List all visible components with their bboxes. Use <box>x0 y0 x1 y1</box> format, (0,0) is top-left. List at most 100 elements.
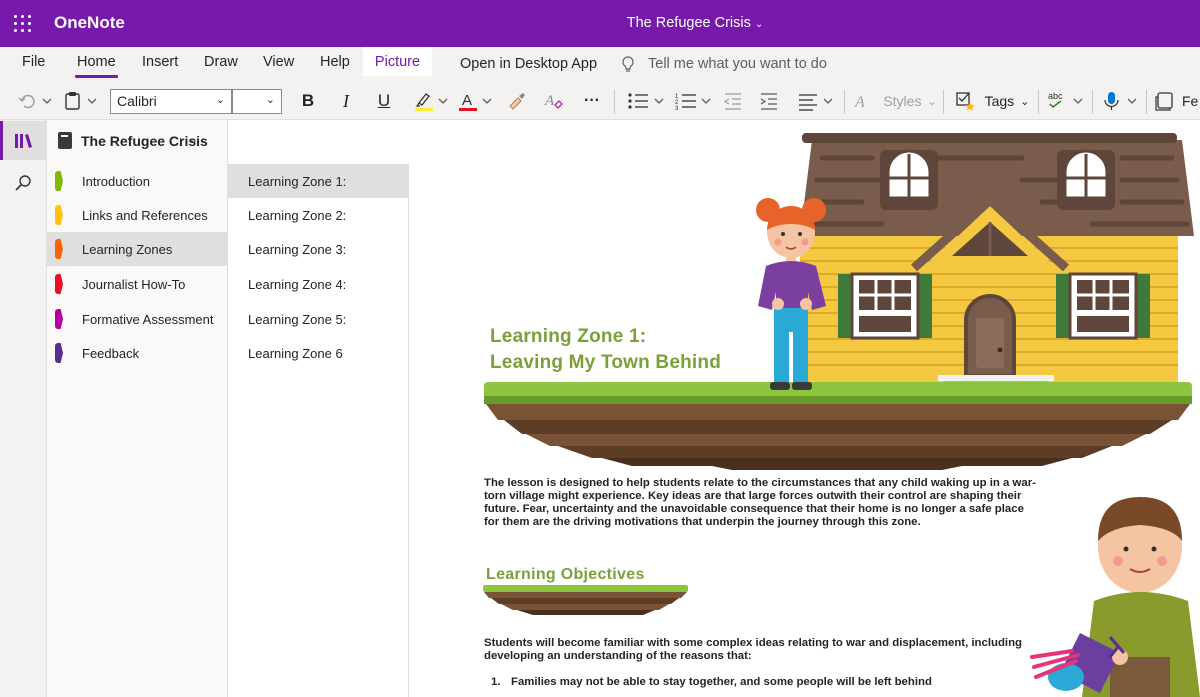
open-in-desktop-app-button[interactable]: Open in Desktop App <box>458 56 599 82</box>
decrease-indent-icon <box>723 93 741 110</box>
microphone-icon <box>1104 92 1137 110</box>
clear-formatting-icon: A <box>544 93 563 109</box>
font-name-value: Calibri <box>117 93 157 109</box>
objectives-intro-line: developing an understanding of the reaso… <box>484 650 752 662</box>
section-feedback[interactable]: Feedback <box>47 336 228 370</box>
section-color-tab <box>55 274 63 294</box>
lightbulb-icon <box>622 56 634 72</box>
page-title-line-2[interactable]: Leaving My Town Behind <box>490 352 721 374</box>
page-learning-zone-1[interactable]: Learning Zone 1: <box>228 164 409 198</box>
page-label: Learning Zone 3: <box>248 242 347 257</box>
format-painter-button[interactable] <box>504 84 530 118</box>
svg-text:3: 3 <box>675 106 679 111</box>
page-learning-zone-6[interactable]: Learning Zone 6 <box>228 336 409 370</box>
italic-button[interactable]: I <box>334 84 358 118</box>
tags-button[interactable]: Tags ⌄ <box>952 84 1032 118</box>
section-learning-zones[interactable]: Learning Zones <box>47 232 228 266</box>
tab-picture[interactable]: Picture <box>363 47 432 76</box>
spelling-button[interactable]: abc <box>1046 84 1086 118</box>
section-color-tab <box>55 171 63 191</box>
styles-label: Styles <box>883 93 922 109</box>
intro-paragraph[interactable]: The lesson is designed to help students … <box>484 477 1044 529</box>
page-learning-zone-5[interactable]: Learning Zone 5: <box>228 302 409 336</box>
page-title-line-1[interactable]: Learning Zone 1: <box>490 326 646 348</box>
intro-line: for them are the driving motivations tha… <box>484 516 921 528</box>
dictate-button[interactable] <box>1100 84 1140 118</box>
list-item-text[interactable]: Families may not be able to stay togethe… <box>511 676 932 688</box>
tab-home[interactable]: Home <box>75 54 118 79</box>
feed-icon <box>1155 92 1173 111</box>
objectives-intro-line: Students will become familiar with some … <box>484 637 1023 649</box>
format-painter-icon <box>509 93 525 110</box>
increase-indent-icon <box>760 93 777 110</box>
intro-line: The lesson is designed to help students … <box>484 477 1036 489</box>
search-nav-button[interactable] <box>0 170 47 200</box>
list-item-number: 1. <box>491 676 501 688</box>
page-learning-zone-4[interactable]: Learning Zone 4: <box>228 267 409 301</box>
section-label: Introduction <box>82 174 150 189</box>
bold-button[interactable]: B <box>296 84 320 118</box>
chevron-down-icon[interactable]: ⌄ <box>189 133 198 146</box>
tags-label: Tags <box>984 93 1015 109</box>
font-size-select[interactable]: ⌄ <box>232 89 282 114</box>
align-left-icon <box>799 94 833 111</box>
tab-help[interactable]: Help <box>318 54 352 80</box>
section-journalist-how-to[interactable]: Journalist How-To <box>47 267 228 301</box>
chevron-down-icon[interactable]: ⌄ <box>755 19 763 30</box>
notebooks-icon <box>15 134 32 148</box>
document-title-text[interactable]: The Refugee Crisis <box>627 15 751 31</box>
page-learning-zone-2[interactable]: Learning Zone 2: <box>228 198 409 232</box>
section-label: Learning Zones <box>82 242 173 257</box>
section-introduction[interactable]: Introduction <box>47 164 228 198</box>
spelling-label: abc <box>1048 91 1063 101</box>
toolbar-separator <box>1146 90 1147 114</box>
learning-objectives-heading[interactable]: Learning Objectives <box>486 566 645 584</box>
section-label: Journalist How-To <box>82 277 186 292</box>
font-name-select[interactable]: Calibri ⌄ <box>110 89 232 114</box>
boy-illustration <box>1030 497 1200 697</box>
notebooks-nav-button[interactable] <box>0 121 47 160</box>
paragraph-alignment-button[interactable] <box>796 84 836 118</box>
highlight-button[interactable] <box>410 84 452 118</box>
svg-text:A: A <box>462 92 472 109</box>
document-title[interactable]: The Refugee Crisis ⌄ <box>0 15 1200 31</box>
spelling-icon: abc <box>1048 91 1083 108</box>
tell-me-search[interactable]: Tell me what you want to do <box>648 56 827 72</box>
toolbar-separator <box>844 90 845 114</box>
increase-indent-button[interactable] <box>756 84 782 118</box>
section-formative-assessment[interactable]: Formative Assessment <box>47 302 228 336</box>
more-options-button[interactable]: ··· <box>578 84 606 118</box>
feed-button[interactable]: Fe <box>1154 84 1200 118</box>
font-color-button[interactable]: A <box>456 84 496 118</box>
decrease-indent-button[interactable] <box>720 84 746 118</box>
chevron-down-icon: ⌄ <box>1020 95 1030 108</box>
underline-button[interactable]: U <box>372 84 396 118</box>
section-links-and-references[interactable]: Links and References <box>47 198 228 232</box>
undo-button[interactable] <box>14 84 54 118</box>
paste-button[interactable] <box>62 84 100 118</box>
toolbar-separator <box>1092 90 1093 114</box>
clear-formatting-button[interactable]: A <box>540 84 566 118</box>
numbered-list-icon: 1 2 3 <box>675 94 711 111</box>
house-island-illustration <box>484 133 1194 470</box>
objectives-intro[interactable]: Students will become familiar with some … <box>484 637 1044 663</box>
tab-file[interactable]: File <box>20 54 47 80</box>
page-learning-zone-3[interactable]: Learning Zone 3: <box>228 232 409 266</box>
tab-view[interactable]: View <box>261 54 296 80</box>
font-color-icon: A <box>459 92 492 111</box>
svg-text:A: A <box>544 93 555 109</box>
toolbar-separator <box>943 90 944 114</box>
section-label: Feedback <box>82 346 140 361</box>
bullet-list-button[interactable] <box>626 84 666 118</box>
tab-insert[interactable]: Insert <box>140 54 180 80</box>
section-color-tab <box>55 239 63 259</box>
bullet-list-icon <box>628 93 664 109</box>
title-bar: OneNote The Refugee Crisis ⌄ <box>0 0 1200 47</box>
section-label: Links and References <box>82 208 208 223</box>
toolbar-separator <box>614 90 615 114</box>
numbered-list-button[interactable]: 1 2 3 <box>674 84 714 118</box>
styles-button[interactable]: A Styles ⌄ <box>852 84 938 118</box>
chevron-down-icon: ⌄ <box>265 94 275 106</box>
highlighter-icon <box>415 93 448 111</box>
tab-draw[interactable]: Draw <box>202 54 240 80</box>
